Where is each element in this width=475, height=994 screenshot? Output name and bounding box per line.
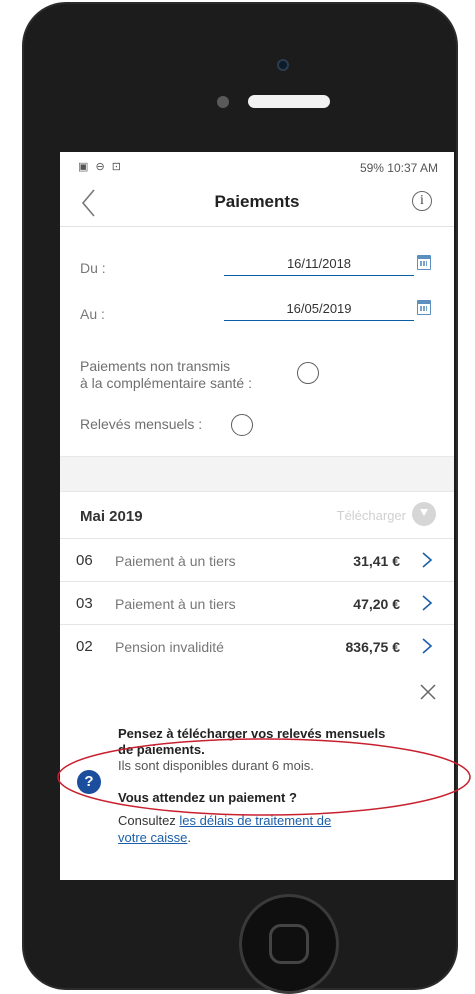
earpiece-speaker [248, 95, 330, 108]
banner-question: Vous attendez un paiement ? [118, 790, 297, 805]
to-date-label: Au : [80, 306, 105, 322]
app-header: Paiements i [60, 180, 454, 227]
month-header: Mai 2019 Télécharger [60, 490, 454, 539]
monthly-statements-label: Relevés mensuels : [80, 416, 203, 432]
payment-row[interactable]: 06 Paiement à un tiers 31,41 € [60, 539, 454, 582]
payment-row[interactable]: 03 Paiement à un tiers 47,20 € [60, 582, 454, 625]
status-bar: ▣ ⊖ ⊡ 59% 10:37 AM [60, 152, 454, 180]
notification-icons: ▣ ⊖ ⊡ [78, 161, 123, 173]
monthly-statements-radio[interactable] [231, 414, 253, 436]
payment-day: 03 [76, 595, 93, 612]
payment-row[interactable]: 02 Pension invalidité 836,75 € [60, 625, 454, 668]
chevron-right-icon [420, 594, 434, 612]
payment-description: Paiement à un tiers [115, 553, 236, 569]
non-transmitted-label-line1: Paiements non transmis [80, 358, 231, 374]
payment-description: Paiement à un tiers [115, 596, 236, 612]
calendar-icon[interactable] [417, 300, 431, 315]
page-title: Paiements [214, 192, 300, 211]
front-camera [277, 59, 289, 71]
home-button[interactable] [239, 894, 339, 994]
info-banner: ? Pensez à télécharger vos relevés mensu… [60, 666, 454, 880]
banner-line3: Ils sont disponibles durant 6 mois. [118, 758, 314, 773]
from-date-label: Du : [80, 260, 106, 276]
payment-amount: 31,41 € [353, 553, 400, 569]
banner-line1: Pensez à télécharger vos relevés mensuel… [118, 726, 386, 741]
chevron-right-icon [420, 551, 434, 569]
proximity-sensor [217, 96, 229, 108]
payment-amount: 836,75 € [345, 639, 401, 655]
payment-description: Pension invalidité [115, 639, 224, 655]
payment-day: 02 [76, 638, 93, 655]
help-icon: ? [77, 770, 101, 794]
non-transmitted-radio[interactable] [297, 362, 319, 384]
banner-suffix: . [187, 830, 191, 845]
banner-link-line: votre caisse. [118, 830, 191, 845]
home-button-icon [269, 924, 309, 964]
info-icon[interactable]: i [412, 191, 432, 211]
processing-delays-link[interactable]: les délais de traitement de [179, 813, 331, 828]
close-icon[interactable] [418, 682, 438, 702]
month-title: Mai 2019 [80, 508, 143, 525]
non-transmitted-label-line2: à la complémentaire santé : [80, 375, 252, 391]
banner-consult-line: Consultez les délais de traitement de [118, 813, 331, 828]
download-label[interactable]: Télécharger [337, 508, 406, 523]
app-screen: ▣ ⊖ ⊡ 59% 10:37 AM Paiements i Du : 16/1… [60, 152, 454, 880]
banner-consult-prefix: Consultez [118, 813, 180, 828]
payment-amount: 47,20 € [353, 596, 400, 612]
payment-day: 06 [76, 552, 93, 569]
to-date-field[interactable]: 16/05/2019 [224, 301, 414, 321]
banner-line2: de paiements. [118, 742, 205, 757]
download-icon[interactable] [412, 502, 436, 526]
chevron-right-icon [420, 637, 434, 655]
from-date-field[interactable]: 16/11/2018 [224, 256, 414, 276]
processing-delays-link-continued[interactable]: votre caisse [118, 830, 187, 845]
section-divider [60, 456, 454, 492]
calendar-icon[interactable] [417, 255, 431, 270]
non-transmitted-label: Paiements non transmis à la complémentai… [80, 358, 252, 392]
status-bar-right: 59% 10:37 AM [359, 161, 438, 175]
